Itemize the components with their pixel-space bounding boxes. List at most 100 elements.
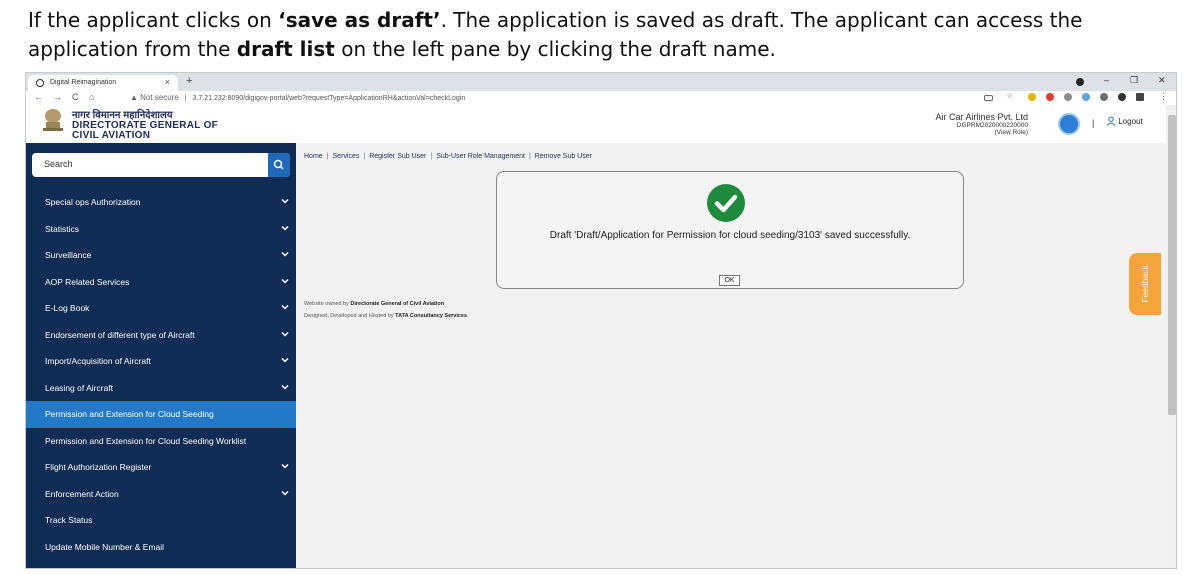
logout-label[interactable]: Logout	[1118, 117, 1142, 126]
close-window-button[interactable]: ✕	[1158, 75, 1166, 86]
search-input[interactable]: Search	[44, 159, 73, 169]
breadcrumb-separator: |	[326, 153, 329, 160]
profile-dot-icon[interactable]	[1076, 78, 1084, 86]
breadcrumb-link[interactable]: Home	[304, 153, 323, 160]
chevron-down-icon[interactable]	[280, 488, 290, 498]
not-secure-label[interactable]: ▲ Not secure	[130, 93, 179, 102]
extension-opera-icon[interactable]	[1046, 93, 1054, 101]
extension-shield-icon[interactable]	[1064, 93, 1072, 101]
home-button[interactable]: ⌂	[89, 92, 94, 102]
sidebar-item[interactable]: Flight Authorization Register	[26, 454, 296, 481]
breadcrumb-separator: |	[363, 153, 366, 160]
sidebar-item[interactable]: AOP Related Services	[26, 269, 296, 296]
maximize-button[interactable]: ❐	[1130, 75, 1138, 86]
logout-button[interactable]: Logout	[1106, 116, 1143, 126]
sidebar-search[interactable]: Search	[32, 153, 290, 177]
url-field[interactable]: ▲ Not secure | 3.7.21.232:8090/digigov-p…	[130, 93, 465, 102]
ok-button[interactable]: OK	[719, 275, 740, 286]
feedback-label[interactable]: Feedback	[1140, 265, 1150, 302]
sidebar-item-label: Permission and Extension for Cloud Seedi…	[45, 409, 214, 419]
user-outline-icon	[1106, 116, 1116, 126]
sidebar-item-label: Track Status	[45, 515, 93, 525]
chevron-down-icon[interactable]	[280, 302, 290, 312]
media-icon[interactable]	[1136, 93, 1144, 101]
back-button[interactable]: ←	[34, 92, 43, 102]
success-dialog: Draft 'Draft/Application for Permission …	[496, 171, 964, 289]
minimize-button[interactable]: –	[1104, 75, 1109, 85]
star-icon[interactable]: ☆	[1006, 91, 1014, 100]
sidebar-item-label: Flight Authorization Register	[45, 462, 152, 472]
breadcrumb-link[interactable]: Services	[333, 153, 360, 160]
tab-close-icon[interactable]: ×	[165, 77, 170, 87]
extensions-puzzle-icon[interactable]	[1118, 93, 1126, 101]
search-icon	[273, 159, 284, 170]
sidebar-item[interactable]: Leasing of Aircraft	[26, 375, 296, 402]
browser-menu-icon[interactable]: ⋮	[1159, 91, 1168, 102]
chevron-down-icon[interactable]	[280, 382, 290, 392]
sidebar-item-label: Update Mobile Number & Email	[45, 541, 165, 552]
sidebar-item[interactable]: Permission and Extension for Cloud Seedi…	[26, 401, 296, 428]
search-button[interactable]	[268, 153, 290, 177]
breadcrumb-link[interactable]: Register Sub User	[369, 153, 426, 160]
footer-designed-by: Designed, Developed and Hosted by TATA C…	[304, 313, 467, 319]
key-icon[interactable]	[984, 95, 993, 101]
footer-owned-prefix: Website owned by	[304, 301, 351, 307]
org-name-line2: CIVIL AVIATION	[72, 130, 151, 141]
globe-icon	[36, 79, 44, 87]
chevron-down-icon[interactable]	[280, 276, 290, 286]
chevron-down-icon[interactable]	[280, 196, 290, 206]
sidebar-item[interactable]: Update Mobile Number & Email	[26, 534, 296, 561]
new-tab-button[interactable]: +	[186, 75, 192, 87]
sidebar-item[interactable]: Surveillance	[26, 242, 296, 269]
site-header: नागर विमानन महानिदेशालय DIRECTORATE GENE…	[26, 105, 1166, 143]
scrollbar-thumb[interactable]	[1168, 115, 1176, 415]
instruction-caption: If the applicant clicks on ‘save as draf…	[28, 6, 1188, 64]
footer-owner-name: Directorate General of Civil Aviation	[350, 301, 445, 307]
sidebar-item-label: Import/Acquisition of Aircraft	[45, 356, 151, 366]
sidebar-item[interactable]: Permission and Extension for Cloud Seedi…	[26, 428, 296, 455]
chevron-down-icon[interactable]	[280, 249, 290, 259]
breadcrumb-separator: |	[430, 153, 433, 160]
footer-vendor-name: TATA Consultancy Services	[395, 313, 468, 319]
chevron-down-icon[interactable]	[280, 461, 290, 471]
feedback-tab[interactable]: Feedback	[1129, 253, 1161, 315]
sidebar-item-label: Surveillance	[45, 250, 92, 260]
breadcrumb-link[interactable]: Sub-User Role Management	[436, 153, 525, 160]
sidebar-item[interactable]: Endorsement of different type of Aircraf…	[26, 322, 296, 349]
extension-camera-icon[interactable]	[1100, 93, 1108, 101]
reload-button[interactable]: C	[72, 92, 79, 102]
breadcrumb-separator: |	[528, 153, 531, 160]
sidebar-item-label: E-Log Book	[45, 303, 90, 313]
success-check-icon	[707, 184, 745, 222]
browser-window: Digital Reimagination × + – ❐ ✕ ← → C ⌂ …	[25, 72, 1177, 569]
chevron-down-icon[interactable]	[280, 223, 290, 233]
caption-text-3: on the left pane by clicking the draft n…	[334, 37, 776, 61]
forward-button[interactable]: →	[53, 92, 62, 102]
sidebar-item[interactable]: Track Status	[26, 507, 296, 534]
extension-at-icon[interactable]	[1082, 93, 1090, 101]
page-scrollbar[interactable]	[1166, 105, 1176, 568]
view-role-link[interactable]: (View Role)	[995, 129, 1028, 136]
sidebar-menu: Special ops Authorization Statistics Surve…	[26, 189, 296, 560]
extension-b-icon[interactable]	[1028, 93, 1036, 101]
main-content: Home | Services | Register Sub User | Sub-User…	[296, 143, 1166, 568]
chevron-down-icon[interactable]	[280, 355, 290, 365]
sidebar-item[interactable]: Statistics	[26, 216, 296, 243]
browser-tab[interactable]: Digital Reimagination ×	[28, 75, 178, 91]
header-separator: |	[1092, 118, 1095, 128]
tab-title: Digital Reimagination	[50, 79, 117, 86]
sidebar-item[interactable]: Enforcement Action	[26, 481, 296, 508]
chevron-down-icon[interactable]	[280, 329, 290, 339]
sidebar-item[interactable]: Special ops Authorization	[26, 189, 296, 216]
user-avatar-icon[interactable]	[1058, 113, 1080, 135]
sidebar: Search Special ops Authorization Statisti…	[26, 143, 296, 568]
sidebar-item-label: Special ops Authorization	[45, 197, 141, 207]
breadcrumb-link[interactable]: Remove Sub User	[535, 153, 592, 160]
sidebar-item[interactable]: Import/Acquisition of Aircraft	[26, 348, 296, 375]
footer-owned-by: Website owned by Directorate General of …	[304, 301, 444, 307]
url-text[interactable]: 3.7.21.232:8090/digigov-portal/web?reque…	[193, 95, 466, 102]
caption-bold-save-as-draft: ‘save as draft’	[278, 8, 441, 32]
sidebar-item-label: Statistics	[45, 223, 80, 234]
sidebar-item[interactable]: E-Log Book	[26, 295, 296, 322]
caption-text-1: If the applicant clicks on	[28, 8, 279, 32]
